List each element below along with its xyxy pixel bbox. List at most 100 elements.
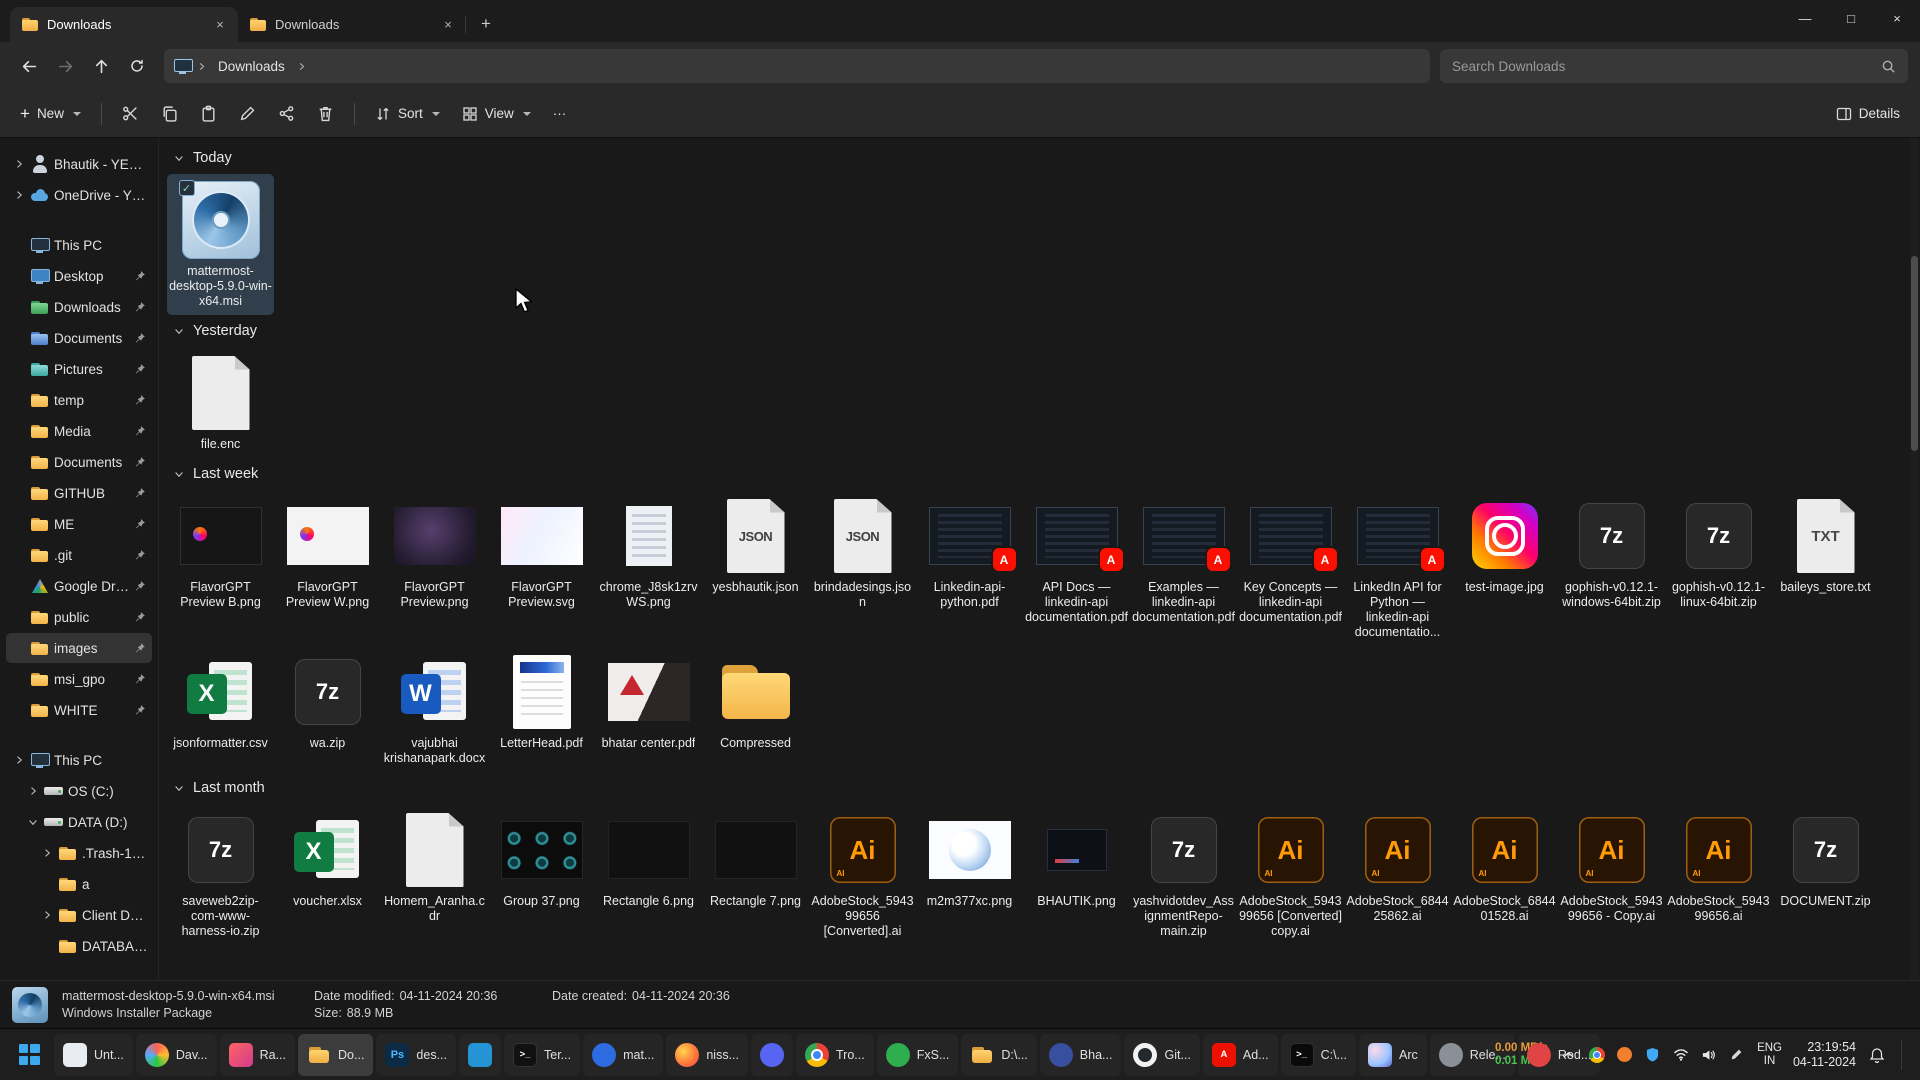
chevron-right-icon[interactable] <box>26 784 40 798</box>
sidebar-item-this-pc[interactable]: This PC <box>6 230 152 260</box>
file-item-yesbhautik-json[interactable]: JSONyesbhautik.json <box>702 490 809 601</box>
file-item-examples-linkedin-api-documentation-pdf[interactable]: AExamples — linkedin-api documentation.p… <box>1130 490 1237 631</box>
sidebar-item-git[interactable]: .git <box>6 540 152 570</box>
sidebar-item-msi-gpo[interactable]: msi_gpo <box>6 664 152 694</box>
file-item-wa-zip[interactable]: 7zwa.zip <box>274 646 381 757</box>
checkbox-checked-icon[interactable]: ✓ <box>179 180 195 196</box>
tab-close-button[interactable]: × <box>438 15 458 35</box>
tab-1-downloads[interactable]: Downloads× <box>10 7 238 42</box>
view-button[interactable]: View <box>452 97 541 131</box>
sidebar-item-me[interactable]: ME <box>6 509 152 539</box>
delete-button[interactable] <box>307 97 344 131</box>
file-item-chrome-j8sk1zrvws-png[interactable]: chrome_J8sk1zrvWS.png <box>595 490 702 616</box>
scrollbar-thumb[interactable] <box>1911 256 1918 451</box>
tab-close-button[interactable]: × <box>210 15 230 35</box>
taskbar-app-vscode[interactable] <box>459 1034 501 1076</box>
taskbar-app-notepad[interactable]: Unt... <box>54 1034 133 1076</box>
sidebar-item-public[interactable]: public <box>6 602 152 632</box>
chevron-right-icon[interactable] <box>40 846 54 860</box>
sidebar-item-downloads[interactable]: Downloads <box>6 292 152 322</box>
sidebar-item-documents[interactable]: Documents <box>6 447 152 477</box>
taskbar-app-arc[interactable]: Arc <box>1359 1034 1427 1076</box>
sidebar-item-a[interactable]: a <box>6 869 152 899</box>
file-item-bhautik-png[interactable]: BHAUTIK.png <box>1023 804 1130 915</box>
taskbar-app-firefox[interactable]: niss... <box>666 1034 748 1076</box>
show-desktop-button[interactable] <box>1901 1040 1904 1070</box>
language-indicator[interactable]: ENG IN <box>1757 1042 1782 1068</box>
forward-button[interactable] <box>48 49 82 83</box>
file-item-group-37-png[interactable]: Group 37.png <box>488 804 595 915</box>
sidebar-item-data-d[interactable]: DATA (D:) <box>6 807 152 837</box>
file-item-flavorgpt-preview-b-png[interactable]: FlavorGPT Preview B.png <box>167 490 274 616</box>
file-item-baileys-store-txt[interactable]: TXTbaileys_store.txt <box>1772 490 1879 601</box>
sidebar-item-media[interactable]: Media <box>6 416 152 446</box>
file-item-mattermost-desktop-5-9-0-win-x64-msi[interactable]: ✓mattermost-desktop-5.9.0-win-x64.msi <box>167 174 274 315</box>
taskbar-app-davinci[interactable]: Dav... <box>136 1034 217 1076</box>
file-item-adobestock-594399656-copy-ai[interactable]: AiAIAdobeStock_594399656 - Copy.ai <box>1558 804 1665 930</box>
section-header[interactable]: Last month <box>167 772 1906 804</box>
file-item-linkedin-api-for-python-linkedin-api-documentatio[interactable]: ALinkedIn API for Python — linkedin-api … <box>1344 490 1451 646</box>
search-box[interactable] <box>1440 49 1908 83</box>
file-item-letterhead-pdf[interactable]: LetterHead.pdf <box>488 646 595 757</box>
taskbar-app-fxsound[interactable]: FxS... <box>877 1034 959 1076</box>
file-item-jsonformatter-csv[interactable]: Xjsonformatter.csv <box>167 646 274 757</box>
maximize-button[interactable]: □ <box>1828 0 1874 36</box>
sidebar-item-documents[interactable]: Documents <box>6 323 152 353</box>
sidebar-item-bhautik-yesbh[interactable]: Bhautik - YESBH <box>6 149 152 179</box>
up-button[interactable] <box>84 49 118 83</box>
sidebar-item-pictures[interactable]: Pictures <box>6 354 152 384</box>
cut-button[interactable] <box>112 97 149 131</box>
sidebar-item-white[interactable]: WHITE <box>6 695 152 725</box>
paste-button[interactable] <box>190 97 227 131</box>
sidebar-item-database[interactable]: DATABASE <box>6 931 152 961</box>
pen-icon[interactable] <box>1727 1045 1746 1064</box>
tab-2-downloads[interactable]: Downloads× <box>238 7 466 42</box>
taskbar-app-adobe[interactable]: AAd... <box>1203 1034 1278 1076</box>
start-button[interactable] <box>6 1034 52 1076</box>
more-options-button[interactable]: ··· <box>543 97 577 131</box>
sidebar-item-google-drive[interactable]: Google Drive <box>6 571 152 601</box>
file-item-m2m377xc-png[interactable]: m2m377xc.png <box>916 804 1023 915</box>
this-pc-icon[interactable] <box>174 59 192 74</box>
sidebar-item-onedrive-yese[interactable]: OneDrive - YESE <box>6 180 152 210</box>
file-item-saveweb2zip-com-www-harness-io-zip[interactable]: 7zsaveweb2zip-com-www-harness-io.zip <box>167 804 274 945</box>
taskbar-app-infoapp[interactable]: Bha... <box>1040 1034 1122 1076</box>
taskbar-app-raycast[interactable]: Ra... <box>220 1034 295 1076</box>
close-button[interactable]: × <box>1874 0 1920 36</box>
file-item-adobestock-594399656-ai[interactable]: AiAIAdobeStock_594399656.ai <box>1665 804 1772 930</box>
file-item-adobestock-594399656-converted-ai[interactable]: AiAIAdobeStock_594399656 [Converted].ai <box>809 804 916 945</box>
section-header[interactable]: Yesterday <box>167 315 1906 347</box>
file-item-homem-aranha-cdr[interactable]: Homem_Aranha.cdr <box>381 804 488 930</box>
file-item-adobestock-684425862-ai[interactable]: AiAIAdobeStock_684425862.ai <box>1344 804 1451 930</box>
taskbar-app-terminal[interactable]: >_Ter... <box>504 1034 580 1076</box>
volume-icon[interactable] <box>1699 1045 1718 1064</box>
taskbar-app-photoshop[interactable]: Psdes... <box>376 1034 456 1076</box>
sidebar-item-trash-1000[interactable]: .Trash-1000 <box>6 838 152 868</box>
sidebar-item-desktop[interactable]: Desktop <box>6 261 152 291</box>
chevron-right-icon[interactable] <box>40 908 54 922</box>
chevron-right-icon[interactable] <box>12 188 26 202</box>
new-tab-button[interactable]: + <box>472 10 500 38</box>
taskbar-app-explorer[interactable]: Do... <box>298 1034 373 1076</box>
sidebar-item-github[interactable]: GITHUB <box>6 478 152 508</box>
minimize-button[interactable]: — <box>1782 0 1828 36</box>
file-item-bhatar-center-pdf[interactable]: bhatar center.pdf <box>595 646 702 757</box>
address-bar[interactable]: Downloads <box>164 49 1430 83</box>
file-item-brindadesings-json[interactable]: JSONbrindadesings.json <box>809 490 916 616</box>
file-item-linkedin-api-python-pdf[interactable]: ALinkedin-api-python.pdf <box>916 490 1023 616</box>
file-item-key-concepts-linkedin-api-documentation-pdf[interactable]: AKey Concepts — linkedin-api documentati… <box>1237 490 1344 631</box>
new-button[interactable]: + New <box>10 97 91 131</box>
taskbar-app-cmd[interactable]: >_C:\... <box>1281 1034 1356 1076</box>
details-pane-button[interactable]: Details <box>1826 97 1910 131</box>
chrome-icon[interactable] <box>1587 1045 1606 1064</box>
share-button[interactable] <box>268 97 305 131</box>
file-item-file-enc[interactable]: file.enc <box>167 347 274 458</box>
copy-button[interactable] <box>151 97 188 131</box>
taskbar-app-discord[interactable] <box>751 1034 793 1076</box>
section-header[interactable]: Today <box>167 142 1906 174</box>
file-item-adobestock-684401528-ai[interactable]: AiAIAdobeStock_684401528.ai <box>1451 804 1558 930</box>
taskbar-app-mattermost[interactable]: mat... <box>583 1034 663 1076</box>
taskbar-app-chrome[interactable]: Tro... <box>796 1034 874 1076</box>
file-item-gophish-v0-12-1-linux-64bit-zip[interactable]: 7zgophish-v0.12.1-linux-64bit.zip <box>1665 490 1772 616</box>
file-item-voucher-xlsx[interactable]: Xvoucher.xlsx <box>274 804 381 915</box>
